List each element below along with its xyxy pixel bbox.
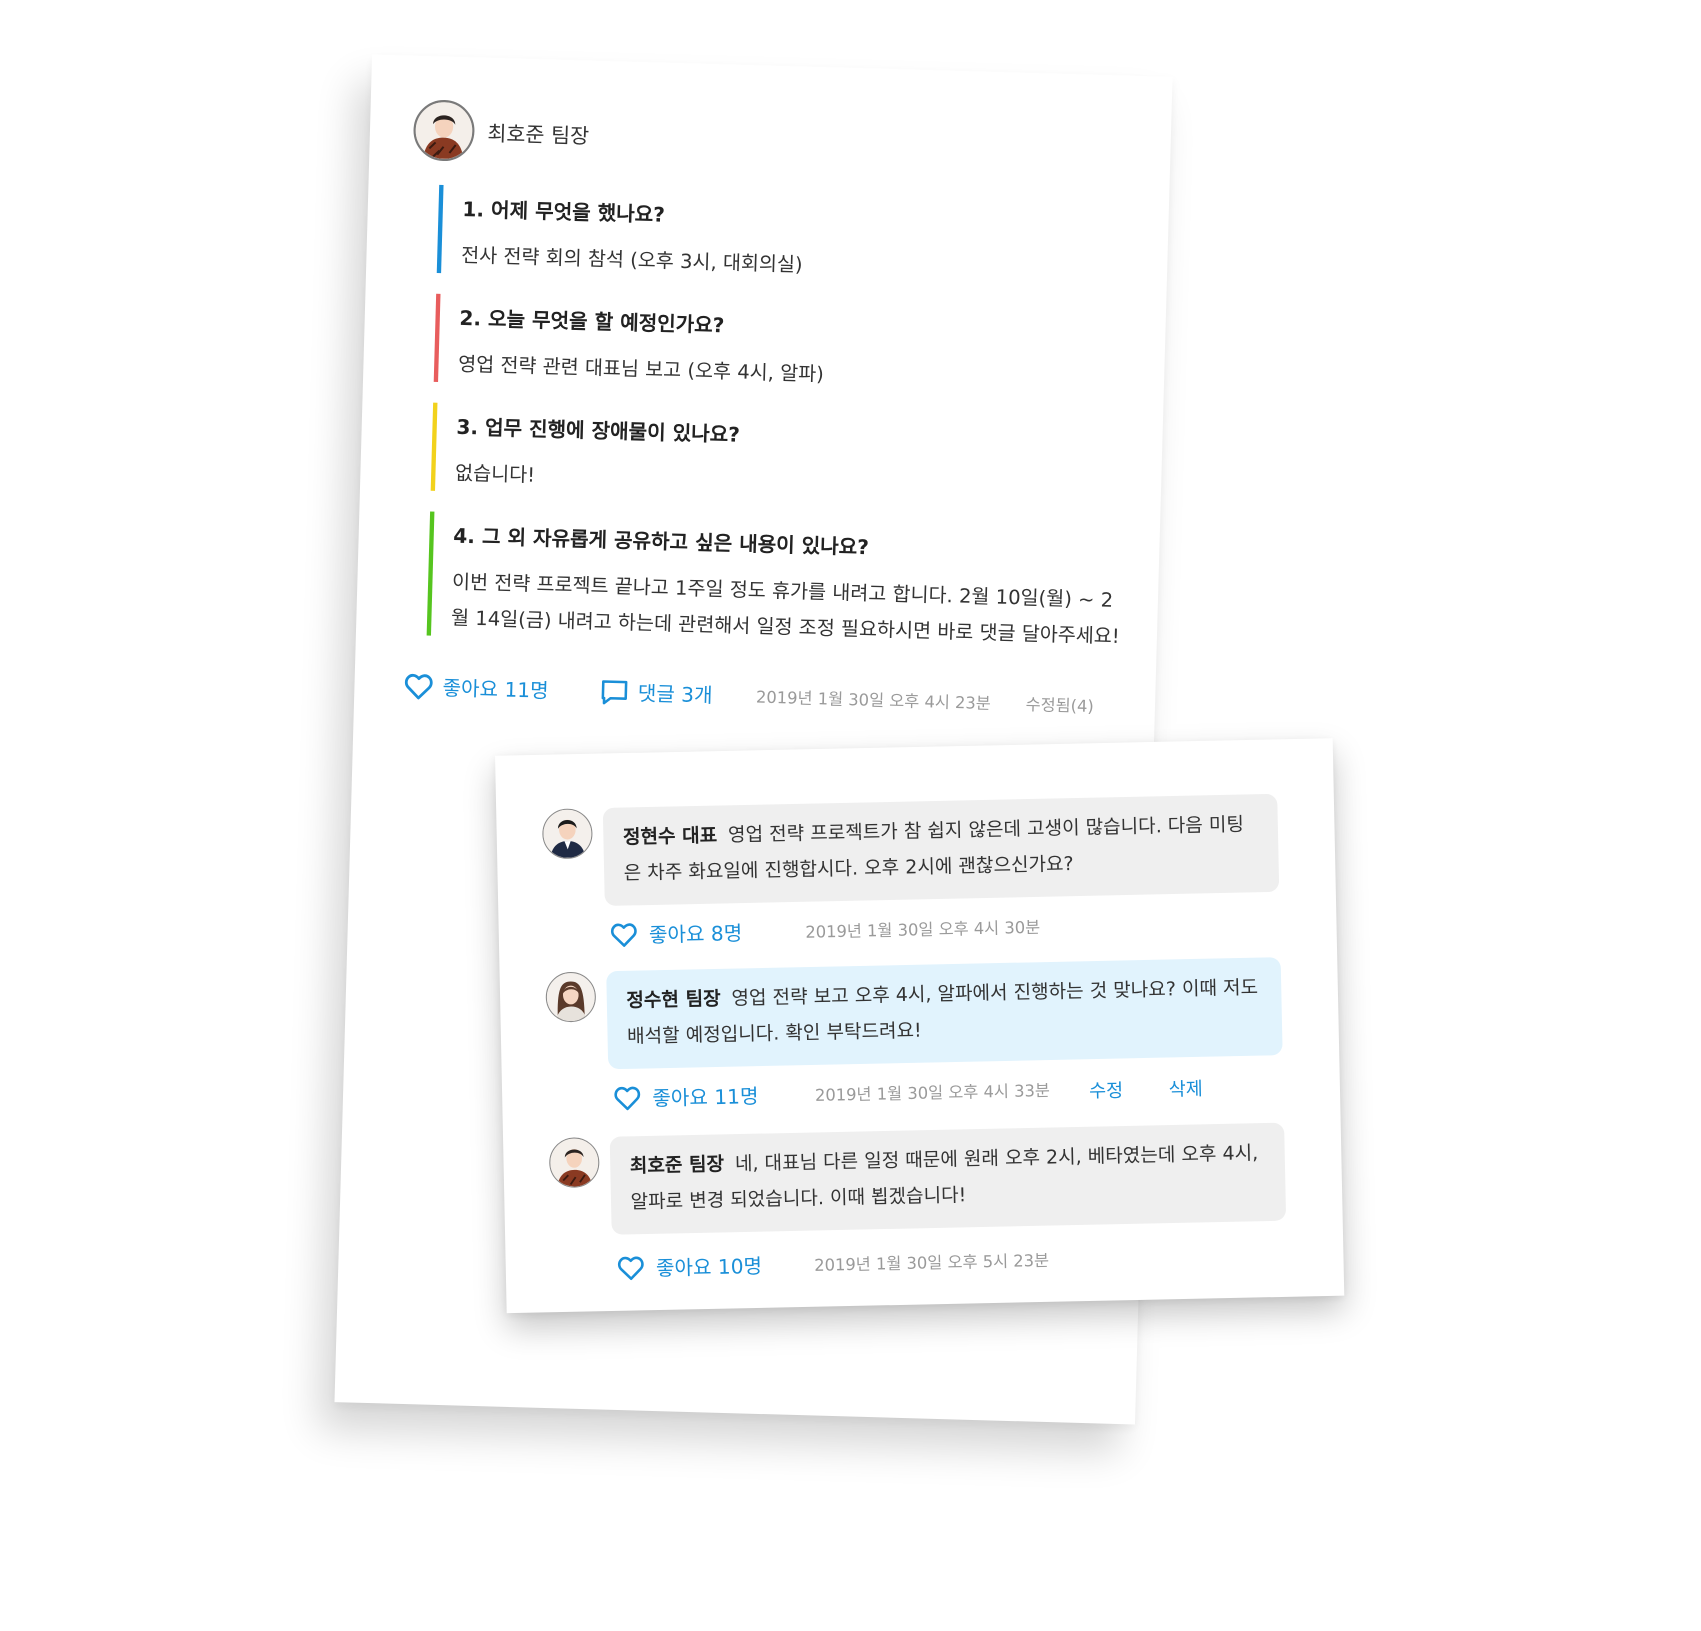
commenter-name[interactable]: 최호준 팀장 — [630, 1154, 725, 1178]
heart-icon — [404, 673, 433, 700]
woman-avatar-icon — [546, 972, 596, 1022]
comment-like-button[interactable]: 좋아요 10명 — [616, 1251, 762, 1282]
comment-like-count: 좋아요 11명 — [652, 1085, 759, 1111]
post-like-count: 좋아요 11명 — [442, 677, 549, 704]
post-timestamp: 2019년 1월 30일 오후 4시 23분 — [755, 686, 992, 713]
post-author[interactable]: 최호준 팀장 — [412, 99, 590, 165]
commenter-avatar[interactable] — [541, 808, 593, 860]
comment-bubble: 정현수 대표 영업 전략 프로젝트가 참 쉽지 않은데 고생이 많습니다. 다음 … — [602, 793, 1280, 906]
comment-item: 최호준 팀장 네, 대표님 다른 일정 때문에 원래 오후 2시, 베타였는데 오… — [548, 1122, 1310, 1281]
edit-comment-button[interactable]: 수정 — [1089, 1074, 1123, 1102]
man-in-plaid-avatar-icon — [414, 101, 474, 160]
commenter-name[interactable]: 정수현 팀장 — [626, 988, 721, 1012]
question-4: 4. 그 외 자유롭게 공유하고 싶은 내용이 있나요? — [453, 525, 870, 560]
heart-icon — [614, 1086, 641, 1111]
answer-1: 전사 전략 회의 참석 (오후 3시, 대회의실) — [460, 244, 803, 277]
comment-timestamp: 2019년 1월 30일 오후 4시 30분 — [805, 916, 1041, 942]
post-comment-button[interactable]: 댓글 3개 — [598, 676, 713, 710]
comment-timestamp: 2019년 1월 30일 오후 5시 23분 — [814, 1250, 1050, 1275]
comments-card: 정현수 대표 영업 전략 프로젝트가 참 쉽지 않은데 고생이 많습니다. 다음 … — [495, 738, 1345, 1314]
comment-item: 정수현 팀장 영업 전략 보고 오후 4시, 알파에서 진행하는 것 맞나요? 이… — [545, 957, 1306, 1111]
post-like-button[interactable]: 좋아요 11명 — [403, 671, 549, 706]
delete-comment-button[interactable]: 삭제 — [1168, 1073, 1203, 1100]
question-1: 1. 어제 무엇을 했나요? — [462, 198, 666, 228]
man-in-plaid-avatar-icon — [549, 1138, 599, 1188]
question-3: 3. 업무 진행에 장애물이 있나요? — [456, 416, 741, 448]
question-2: 2. 오늘 무엇을 할 예정인가요? — [459, 307, 725, 338]
answer-2: 영업 전략 관련 대표님 보고 (오후 4시, 알파) — [457, 353, 825, 387]
commenter-name[interactable]: 정현수 대표 — [623, 825, 718, 849]
red-accent-bar — [433, 293, 441, 383]
comment-text: 영업 전략 보고 오후 4시, 알파에서 진행하는 것 맞나요? 이때 저도 배… — [626, 977, 1259, 1049]
question-block-2: 2. 오늘 무엇을 할 예정인가요? 영업 전략 관련 대표님 보고 (오후 4… — [433, 293, 1135, 402]
comment-item: 정현수 대표 영업 전략 프로젝트가 참 쉽지 않은데 고생이 많습니다. 다음 … — [541, 793, 1303, 948]
post-edited-label[interactable]: 수정됨(4) — [1025, 692, 1094, 717]
blue-accent-bar — [436, 184, 444, 274]
comment-actions: 좋아요 10명 2019년 1월 30일 오후 5시 23분 — [616, 1245, 1049, 1282]
comment-actions: 좋아요 8명 2019년 1월 30일 오후 4시 30분 — [610, 912, 1041, 949]
comment-bubble: 최호준 팀장 네, 대표님 다른 일정 때문에 원래 오후 2시, 베타였는데 오… — [609, 1122, 1287, 1235]
comment-timestamp: 2019년 1월 30일 오후 4시 33분 — [814, 1080, 1051, 1105]
scene: 최호준 팀장 1. 어제 무엇을 했나요? 전사 전략 회의 참석 (오후 3시… — [0, 0, 1701, 1631]
commenter-avatar[interactable] — [548, 1137, 600, 1189]
heart-icon — [610, 923, 637, 947]
comment-like-button[interactable]: 좋아요 8명 — [610, 918, 743, 949]
author-avatar[interactable] — [412, 99, 476, 162]
comment-like-count: 좋아요 8명 — [648, 922, 743, 948]
green-accent-bar — [426, 511, 435, 636]
heart-icon — [617, 1256, 644, 1281]
answer-4: 이번 전략 프로젝트 끝나고 1주일 정도 휴가를 내려고 합니다. 2월 10… — [450, 570, 1120, 649]
author-name: 최호준 팀장 — [487, 121, 590, 149]
yellow-accent-bar — [430, 402, 438, 491]
comment-bubble: 정수현 팀장 영업 전략 보고 오후 4시, 알파에서 진행하는 것 맞나요? 이… — [606, 957, 1283, 1070]
man-in-suit-avatar-icon — [542, 809, 592, 859]
comment-actions: 좋아요 11명 2019년 1월 30일 오후 4시 33분 수정 삭제 — [613, 1072, 1203, 1113]
answer-3: 없습니다! — [454, 462, 536, 488]
question-block-4: 4. 그 외 자유롭게 공유하고 싶은 내용이 있나요? 이번 전략 프로젝트 … — [426, 511, 1129, 655]
commenter-avatar[interactable] — [545, 971, 597, 1023]
post-comment-count: 댓글 3개 — [637, 682, 713, 708]
comment-bubble-icon — [601, 680, 627, 705]
question-block-1: 1. 어제 무엇을 했나요? 전사 전략 회의 참석 (오후 3시, 대회의실) — [436, 184, 1138, 293]
post-actions: 좋아요 11명 댓글 3개 2019년 1월 30일 오후 4시 23분 수정됨… — [403, 671, 1094, 721]
comment-like-count: 좋아요 10명 — [655, 1255, 763, 1281]
comment-like-button[interactable]: 좋아요 11명 — [613, 1081, 759, 1112]
question-block-3: 3. 업무 진행에 장애물이 있나요? 없습니다! — [430, 402, 1132, 511]
comment-text: 네, 대표님 다른 일정 때문에 원래 오후 2시, 베타였는데 오후 4시, … — [630, 1142, 1259, 1214]
